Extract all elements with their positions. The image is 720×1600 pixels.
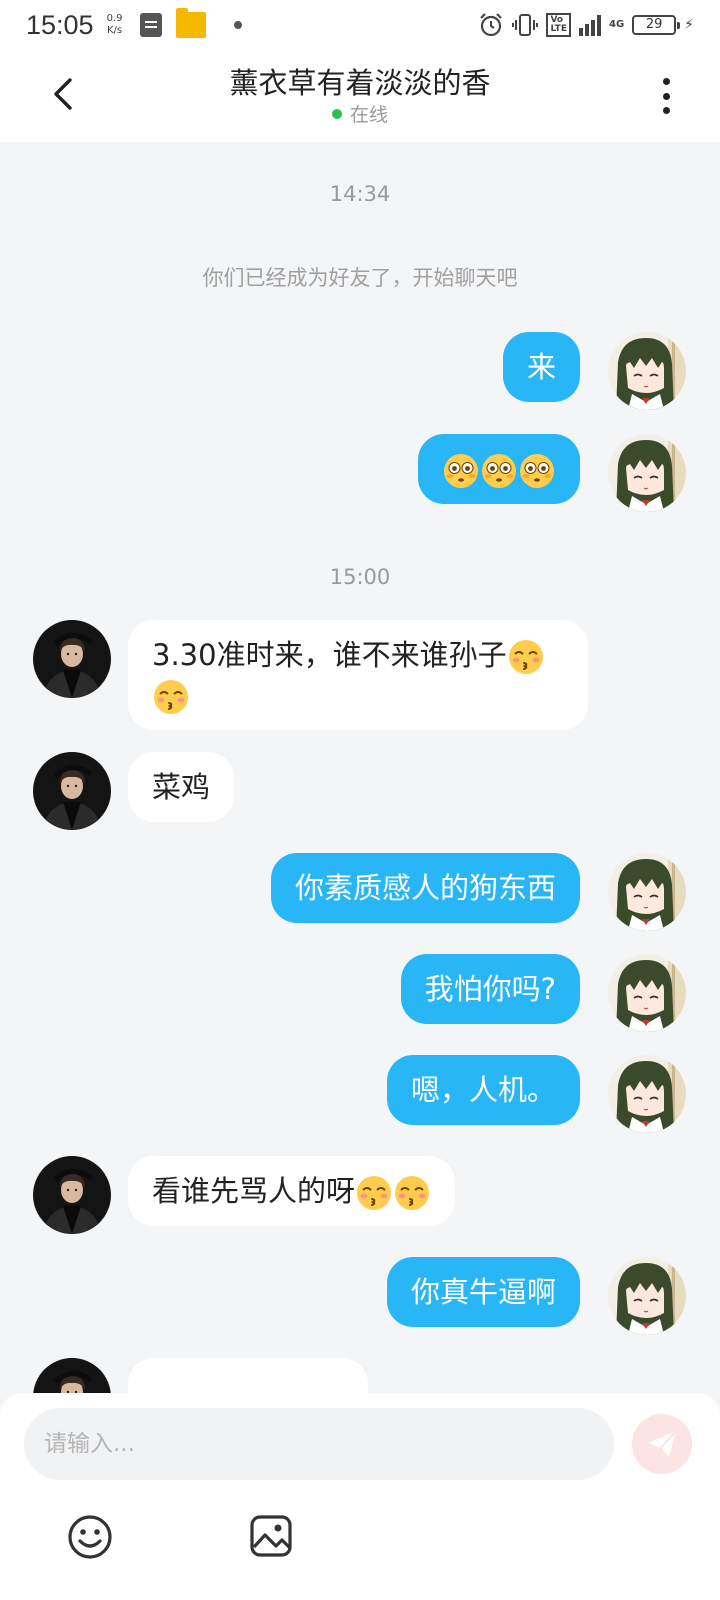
my-avatar[interactable] — [608, 853, 686, 931]
kissing-face-icon — [508, 639, 544, 675]
message-text: 嗯，人机。 — [410, 1073, 556, 1107]
contact-avatar[interactable] — [33, 752, 111, 830]
message-text: 3.30准时来，谁不来谁孙子 — [152, 638, 507, 672]
chat-message-list[interactable]: 14:34 你们已经成为好友了，开始聊天吧 来 15:00 3.30准时来，谁不… — [0, 142, 720, 1400]
charging-icon: ⚡ — [684, 17, 694, 33]
my-avatar[interactable] — [608, 434, 686, 512]
status-bar: 15:05 0.9 K/s Vo LTE 4G 29 ⚡ — [0, 0, 720, 50]
message-input[interactable] — [24, 1408, 614, 1480]
kissing-face-icon — [153, 679, 189, 715]
send-button[interactable] — [632, 1414, 692, 1474]
chat-header: 薰衣草有着淡淡的香 在线 — [0, 50, 720, 142]
volte-icon: Vo LTE — [546, 13, 571, 37]
contact-avatar[interactable] — [33, 620, 111, 698]
battery-icon: 29 — [632, 15, 681, 35]
message-text: 来 — [526, 350, 556, 384]
my-avatar[interactable] — [608, 1055, 686, 1133]
contact-avatar[interactable] — [33, 1156, 111, 1234]
my-message-bubble[interactable]: 你真牛逼啊 — [386, 1257, 580, 1327]
kissing-face-icon — [356, 1175, 392, 1211]
message-text: 你真牛逼啊 — [410, 1275, 556, 1309]
more-options-button[interactable] — [656, 74, 676, 118]
flushed-face-icon — [481, 453, 517, 489]
alarm-icon — [480, 13, 503, 37]
notification-dot-icon — [233, 21, 242, 29]
online-status: 在线 — [0, 100, 720, 127]
my-message-bubble[interactable] — [418, 434, 580, 504]
image-icon — [250, 1515, 292, 1557]
contact-name: 薰衣草有着淡淡的香 — [229, 66, 491, 100]
kissing-face-icon — [394, 1175, 430, 1211]
flushed-face-icon — [443, 453, 479, 489]
system-message: 你们已经成为好友了，开始聊天吧 — [202, 266, 518, 290]
more-dot-icon — [662, 107, 670, 114]
signal-icon — [578, 14, 601, 36]
status-time: 15:05 — [26, 9, 94, 40]
vibrate-icon — [512, 14, 539, 36]
contact-message-bubble[interactable]: 菜鸡 — [128, 752, 235, 822]
emoji-button[interactable] — [66, 1513, 114, 1561]
message-text: 你素质感人的狗东西 — [294, 871, 556, 905]
flushed-face-icon — [519, 453, 555, 489]
network-speed: 0.9 K/s — [106, 13, 123, 36]
send-icon — [648, 1430, 677, 1457]
my-avatar[interactable] — [608, 332, 686, 410]
contact-message-bubble[interactable]: 看谁先骂人的呀 — [128, 1156, 456, 1226]
my-avatar[interactable] — [608, 1257, 686, 1335]
note-icon — [139, 13, 162, 37]
more-dot-icon — [662, 78, 670, 85]
more-dot-icon — [662, 92, 670, 100]
my-message-bubble[interactable]: 来 — [502, 332, 580, 402]
timestamp: 14:34 — [329, 182, 391, 206]
online-dot-icon — [331, 108, 342, 119]
message-composer — [0, 1393, 720, 1600]
my-avatar[interactable] — [608, 954, 686, 1032]
my-message-bubble[interactable]: 我怕你吗? — [400, 954, 580, 1024]
my-message-bubble[interactable]: 嗯，人机。 — [386, 1055, 580, 1125]
smiley-icon — [68, 1515, 112, 1559]
folder-icon — [175, 8, 206, 38]
online-status-label: 在线 — [349, 104, 388, 126]
message-text: 看谁先骂人的呀 — [152, 1174, 356, 1208]
message-text: 菜鸡 — [152, 770, 211, 804]
image-button[interactable] — [248, 1513, 294, 1559]
my-message-bubble[interactable]: 你素质感人的狗东西 — [270, 853, 580, 923]
contact-message-bubble[interactable]: 3.30准时来，谁不来谁孙子 — [128, 620, 588, 730]
timestamp: 15:00 — [329, 565, 391, 589]
message-text: 我怕你吗? — [424, 972, 556, 1006]
network-type: 4G — [608, 19, 625, 30]
